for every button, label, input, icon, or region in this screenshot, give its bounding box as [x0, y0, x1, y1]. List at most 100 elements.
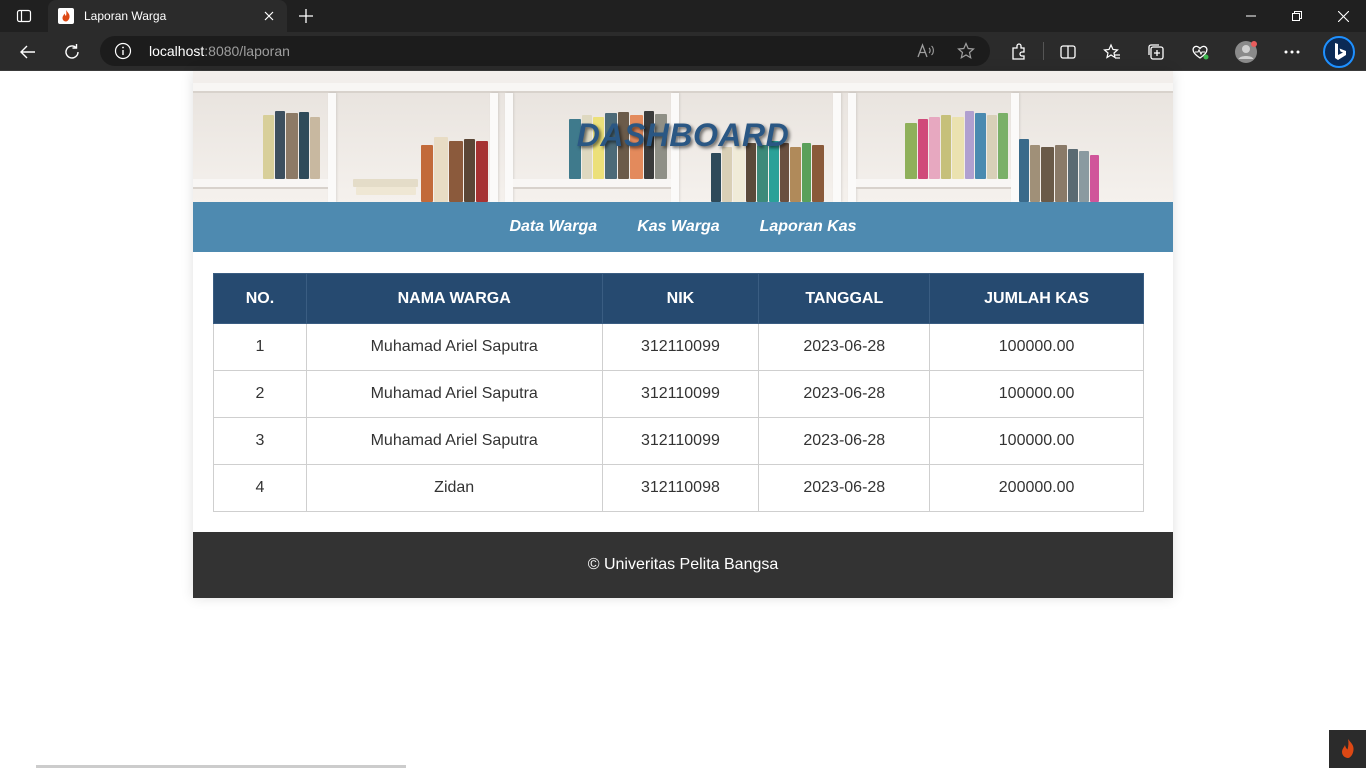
more-dots-icon — [1284, 50, 1300, 54]
heart-pulse-icon — [1192, 45, 1209, 60]
column-header-tanggal: TANGGAL — [758, 273, 931, 324]
split-screen-icon — [1060, 45, 1076, 59]
content-area: NO. NAMA WARGA NIK TANGGAL JUMLAH KAS 1 … — [193, 252, 1173, 532]
cell-nik: 312110099 — [601, 370, 760, 418]
plus-icon — [299, 9, 313, 23]
extensions-button[interactable] — [1003, 36, 1035, 68]
cell-tanggal: 2023-06-28 — [758, 464, 931, 512]
address-bar[interactable]: localhost:8080/laporan — [100, 36, 990, 66]
new-tab-button[interactable] — [292, 2, 320, 30]
cell-no: 3 — [213, 417, 307, 465]
table-row: 3 Muhamad Ariel Saputra 312110099 2023-0… — [213, 417, 1144, 465]
url-text[interactable]: localhost:8080/laporan — [149, 43, 290, 59]
avatar-icon — [1235, 41, 1257, 63]
cell-nama-warga: Zidan — [305, 464, 603, 512]
book — [1079, 151, 1089, 202]
tab-close-button[interactable] — [255, 2, 283, 30]
site-info-icon[interactable] — [114, 42, 132, 60]
column-header-jumlah-kas: JUMLAH KAS — [929, 273, 1144, 324]
browser-tab[interactable]: Laporan Warga — [48, 0, 287, 32]
codeigniter-favicon-icon — [58, 8, 74, 24]
table-row: 1 Muhamad Ariel Saputra 312110099 2023-0… — [213, 323, 1144, 371]
header-banner: DASHBOARD — [193, 71, 1173, 202]
cell-tanggal: 2023-06-28 — [758, 370, 931, 418]
book — [1068, 149, 1078, 202]
page-title: DASHBOARD — [576, 117, 790, 153]
codeigniter-debug-toolbar-toggle[interactable] — [1329, 730, 1366, 768]
read-aloud-icon — [917, 43, 934, 58]
codeigniter-flame-icon — [1341, 739, 1354, 758]
footer-copyright: © Univeritas Pelita Bangsa — [587, 556, 779, 573]
cell-jumlah-kas: 100000.00 — [929, 323, 1144, 371]
cell-nama-warga: Muhamad Ariel Saputra — [305, 370, 603, 418]
cell-nik: 312110099 — [601, 417, 760, 465]
laporan-table: NO. NAMA WARGA NIK TANGGAL JUMLAH KAS 1 … — [213, 273, 1144, 512]
main-nav: Data Warga Kas Warga Laporan Kas — [193, 202, 1173, 252]
nav-link-kas-warga[interactable]: Kas Warga — [637, 218, 719, 236]
favorites-button[interactable] — [1096, 36, 1128, 68]
cell-tanggal: 2023-06-28 — [758, 417, 931, 465]
column-header-nama-warga: NAMA WARGA — [305, 273, 603, 324]
close-window-button[interactable] — [1320, 0, 1366, 32]
read-aloud-button[interactable] — [916, 41, 936, 61]
favorites-star-icon — [1103, 43, 1120, 59]
browser-titlebar: Laporan Warga — [0, 0, 1366, 32]
add-favorite-button[interactable] — [956, 41, 976, 61]
table-row: 4 Zidan 312110098 2023-06-28 200000.00 — [213, 464, 1144, 512]
profile-button[interactable] — [1230, 36, 1262, 68]
restore-icon — [1292, 11, 1302, 21]
back-arrow-icon — [20, 45, 35, 59]
column-header-nik: NIK — [601, 273, 760, 324]
main-container: DASHBOARD Data Warga Kas Warga Laporan K… — [193, 71, 1173, 598]
split-screen-button[interactable] — [1052, 36, 1084, 68]
collections-button[interactable] — [1140, 36, 1172, 68]
cell-no: 1 — [213, 323, 307, 371]
cell-jumlah-kas: 200000.00 — [929, 464, 1144, 512]
minimize-icon — [1246, 15, 1256, 17]
restore-button[interactable] — [1274, 0, 1320, 32]
cell-no: 4 — [213, 464, 307, 512]
back-button[interactable] — [12, 36, 44, 68]
column-header-no: NO. — [213, 273, 307, 324]
shelf-plank — [856, 179, 1011, 189]
page-viewport: DASHBOARD Data Warga Kas Warga Laporan K… — [0, 71, 1366, 768]
puzzle-icon — [1012, 43, 1025, 60]
shelf-top-plank — [193, 83, 1173, 93]
cell-jumlah-kas: 100000.00 — [929, 370, 1144, 418]
book — [711, 153, 721, 202]
star-icon — [957, 42, 975, 60]
cell-nama-warga: Muhamad Ariel Saputra — [305, 323, 603, 371]
book — [790, 147, 801, 202]
refresh-button[interactable] — [56, 36, 88, 68]
close-icon — [264, 11, 274, 21]
nav-link-data-warga[interactable]: Data Warga — [509, 218, 597, 236]
url-path: :8080/laporan — [204, 43, 290, 59]
url-host: localhost — [149, 43, 205, 59]
table-header-row: NO. NAMA WARGA NIK TANGGAL JUMLAH KAS — [213, 273, 1144, 324]
book — [1041, 147, 1054, 202]
cell-no: 2 — [213, 370, 307, 418]
cell-nik: 312110099 — [601, 323, 760, 371]
shelf-plank — [513, 179, 671, 189]
refresh-icon — [65, 44, 79, 59]
table-row: 2 Muhamad Ariel Saputra 312110099 2023-0… — [213, 370, 1144, 418]
bing-copilot-button[interactable] — [1321, 34, 1357, 70]
nav-link-laporan-kas[interactable]: Laporan Kas — [760, 218, 857, 236]
cell-nama-warga: Muhamad Ariel Saputra — [305, 417, 603, 465]
minimize-button[interactable] — [1228, 0, 1274, 32]
bing-icon — [1323, 36, 1355, 68]
shelf-plank — [193, 179, 328, 189]
page-footer: © Univeritas Pelita Bangsa — [193, 532, 1173, 598]
toolbar-separator — [1043, 42, 1044, 60]
browser-essentials-button[interactable] — [1184, 36, 1216, 68]
cell-nik: 312110098 — [601, 464, 760, 512]
collections-icon — [1148, 44, 1164, 60]
book — [722, 147, 732, 202]
cell-jumlah-kas: 100000.00 — [929, 417, 1144, 465]
cell-tanggal: 2023-06-28 — [758, 323, 931, 371]
tab-actions-button[interactable] — [8, 4, 40, 28]
book — [1090, 155, 1099, 202]
close-icon — [1337, 10, 1349, 22]
settings-more-button[interactable] — [1276, 36, 1308, 68]
tab-actions-icon — [16, 9, 32, 23]
